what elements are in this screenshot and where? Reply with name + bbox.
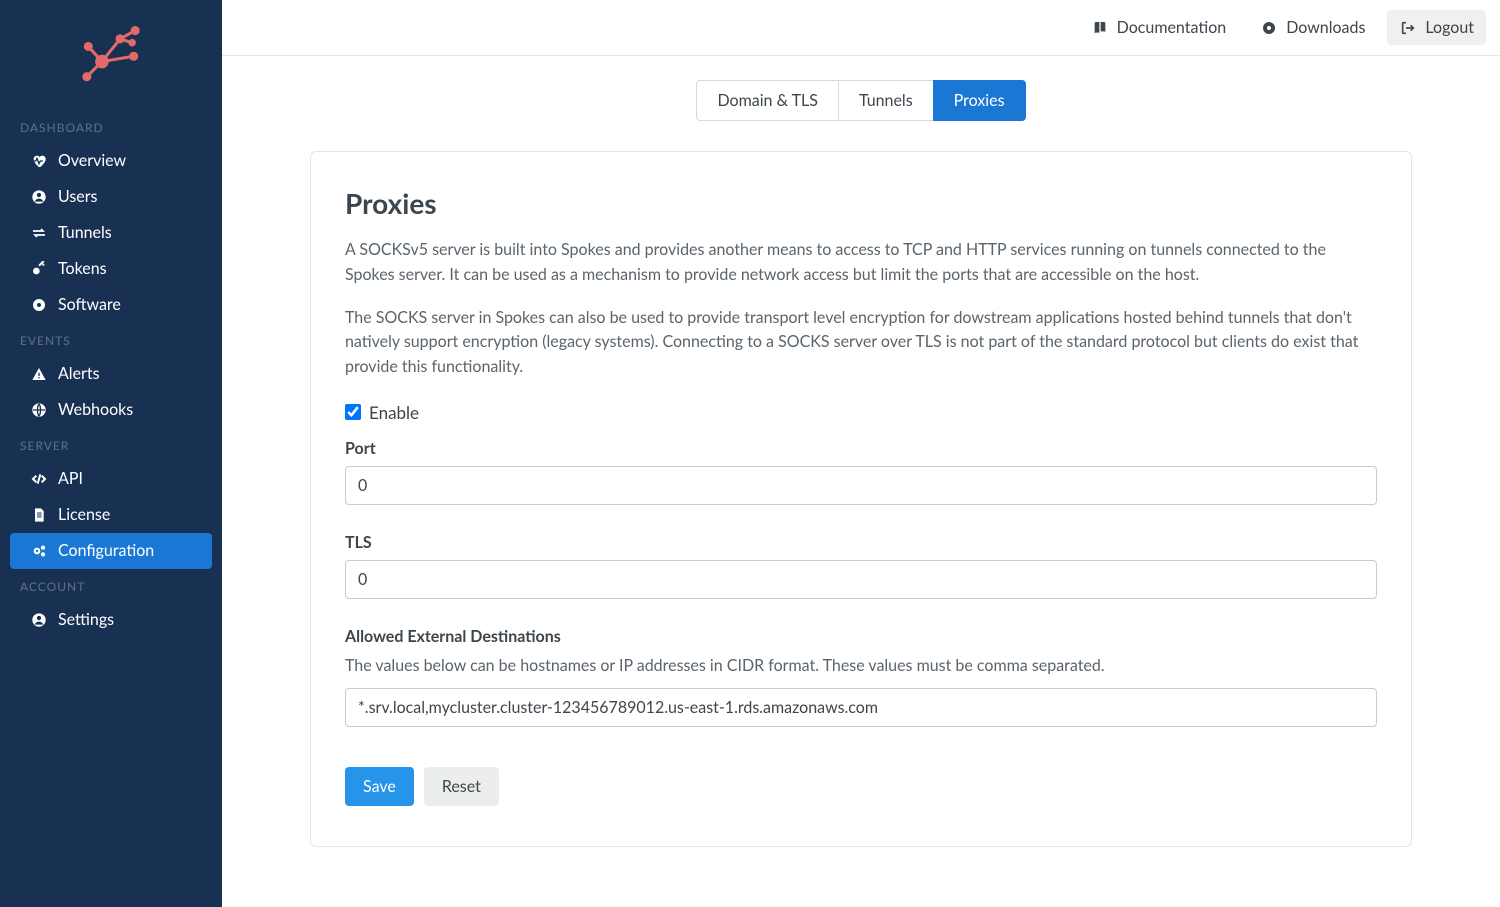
save-button[interactable]: Save	[345, 767, 414, 806]
enable-label: Enable	[369, 402, 419, 423]
page-title: Proxies	[345, 186, 1377, 220]
code-icon	[30, 471, 48, 487]
sidebar-item-label: Webhooks	[58, 400, 133, 420]
sidebar-item-api[interactable]: API	[0, 461, 222, 497]
sidebar-section-title: DASHBOARD	[0, 110, 222, 143]
tab-proxies[interactable]: Proxies	[933, 80, 1026, 121]
downloads-label: Downloads	[1286, 18, 1365, 37]
port-label: Port	[345, 439, 1377, 458]
network-logo-icon	[73, 20, 149, 88]
sidebar-item-label: Software	[58, 295, 121, 315]
sidebar-item-label: Alerts	[58, 364, 100, 384]
sidebar-item-label: API	[58, 469, 83, 489]
sidebar-item-users[interactable]: Users	[0, 179, 222, 215]
sidebar-item-alerts[interactable]: Alerts	[0, 356, 222, 392]
sidebar-section-title: SERVER	[0, 428, 222, 461]
sidebar-section-title: ACCOUNT	[0, 569, 222, 602]
disc-icon	[1260, 20, 1278, 36]
allowed-input[interactable]	[345, 688, 1377, 727]
sidebar-item-label: Users	[58, 187, 97, 207]
tls-input[interactable]	[345, 560, 1377, 599]
sidebar-item-tunnels[interactable]: Tunnels	[0, 215, 222, 251]
enable-row[interactable]: Enable	[345, 402, 1377, 423]
allowed-help: The values below can be hostnames or IP …	[345, 654, 1377, 678]
sidebar-item-tokens[interactable]: Tokens	[0, 251, 222, 287]
topbar: Documentation Downloads Logout	[222, 0, 1500, 56]
documentation-label: Documentation	[1117, 18, 1227, 37]
disc-icon	[30, 297, 48, 313]
logout-icon	[1399, 20, 1417, 36]
book-icon	[1091, 20, 1109, 36]
sidebar-item-label: Tokens	[58, 259, 107, 279]
reset-button[interactable]: Reset	[424, 767, 499, 806]
logo	[0, 12, 222, 110]
sidebar-item-license[interactable]: License	[0, 497, 222, 533]
allowed-label: Allowed External Destinations	[345, 627, 1377, 646]
sidebar-section-title: EVENTS	[0, 323, 222, 356]
sidebar-item-settings[interactable]: Settings	[0, 602, 222, 638]
tab-tunnels[interactable]: Tunnels	[838, 80, 934, 121]
description-1: A SOCKSv5 server is built into Spokes an…	[345, 238, 1377, 288]
logout-label: Logout	[1425, 18, 1474, 37]
tls-label: TLS	[345, 533, 1377, 552]
sidebar-item-label: Settings	[58, 610, 114, 630]
cogs-icon	[30, 543, 48, 559]
logout-button[interactable]: Logout	[1387, 10, 1486, 45]
downloads-link[interactable]: Downloads	[1248, 10, 1377, 45]
sidebar-item-software[interactable]: Software	[0, 287, 222, 323]
sidebar-item-label: Configuration	[58, 541, 154, 561]
globe-icon	[30, 402, 48, 418]
proxies-card: Proxies A SOCKSv5 server is built into S…	[310, 151, 1412, 847]
sidebar-item-overview[interactable]: Overview	[0, 143, 222, 179]
sidebar: DASHBOARD Overview Users Tunnels Tokens Softw…	[0, 0, 222, 907]
sidebar-item-label: License	[58, 505, 110, 525]
port-input[interactable]	[345, 466, 1377, 505]
file-icon	[30, 507, 48, 523]
warning-icon	[30, 366, 48, 382]
sidebar-item-configuration[interactable]: Configuration	[10, 533, 212, 569]
sidebar-item-webhooks[interactable]: Webhooks	[0, 392, 222, 428]
user-circle-icon	[30, 612, 48, 628]
exchange-icon	[30, 225, 48, 241]
tabs: Domain & TLSTunnelsProxies	[260, 80, 1462, 121]
documentation-link[interactable]: Documentation	[1079, 10, 1239, 45]
description-2: The SOCKS server in Spokes can also be u…	[345, 306, 1377, 380]
enable-checkbox[interactable]	[345, 404, 361, 420]
heartbeat-icon	[30, 153, 48, 169]
user-circle-icon	[30, 189, 48, 205]
sidebar-item-label: Tunnels	[58, 223, 112, 243]
key-icon	[30, 261, 48, 277]
tab-domain-tls[interactable]: Domain & TLS	[696, 80, 838, 121]
sidebar-item-label: Overview	[58, 151, 126, 171]
